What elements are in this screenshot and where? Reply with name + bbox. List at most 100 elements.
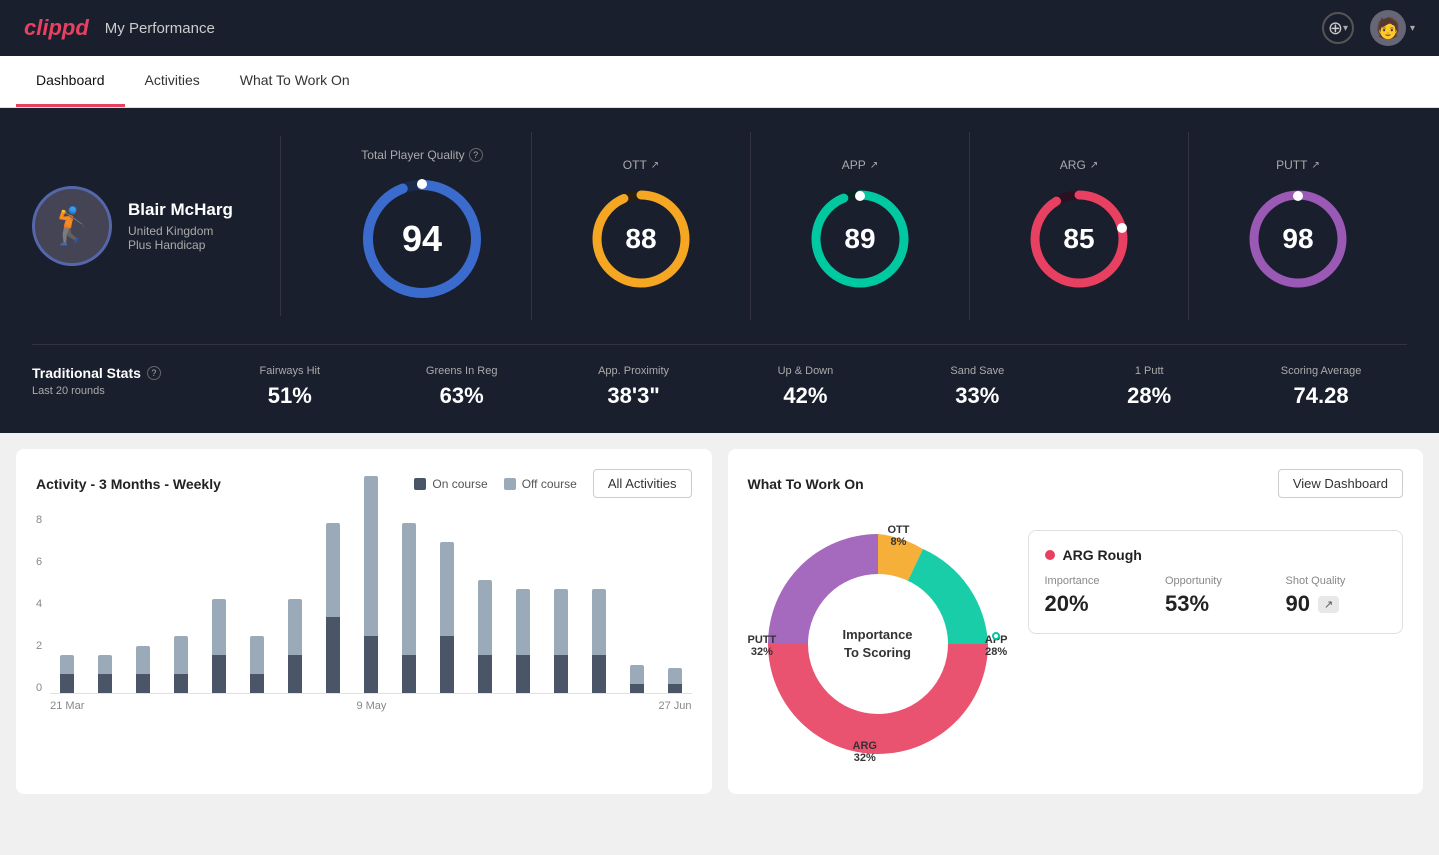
on-course-bar — [554, 655, 568, 693]
stat-app-proximity: App. Proximity 38'3" — [548, 365, 720, 409]
on-course-bar — [326, 617, 340, 693]
ott-segment-label: OTT8% — [888, 524, 910, 548]
stat-sand-label: Sand Save — [891, 365, 1063, 377]
user-menu[interactable]: 🧑 ▾ — [1370, 10, 1415, 46]
trad-subtitle: Last 20 rounds — [32, 385, 204, 397]
wtwo-header: What To Work On View Dashboard — [748, 469, 1404, 498]
score-app: APP ↗ 89 — [751, 132, 970, 320]
metric-opportunity: Opportunity 53% — [1165, 575, 1266, 617]
metric-shot-quality: Shot Quality 90 ↗ — [1286, 575, 1387, 617]
stat-greens-in-reg: Greens In Reg 63% — [376, 365, 548, 409]
bar-group-10 — [430, 542, 464, 693]
trad-title: Traditional Stats — [32, 365, 141, 381]
chart-title: Activity - 3 Months - Weekly — [36, 476, 221, 492]
off-course-bar — [516, 589, 530, 655]
off-course-bar — [60, 655, 74, 674]
off-course-bar — [212, 599, 226, 656]
chart-legend: On course Off course — [414, 477, 577, 491]
gauge-total: 94 — [357, 174, 487, 304]
page-title: My Performance — [105, 20, 215, 37]
off-course-bar — [288, 599, 302, 656]
logo[interactable]: clippd — [24, 15, 89, 41]
tab-what-to-work-on[interactable]: What To Work On — [220, 56, 370, 107]
off-course-bar — [554, 589, 568, 655]
stat-putt-value: 28% — [1063, 383, 1235, 409]
stat-updown-label: Up & Down — [720, 365, 892, 377]
chart-body: 8 6 4 2 0 21 Mar 9 May 27 Jun — [36, 514, 692, 712]
add-dropdown-arrow: ▾ — [1343, 23, 1348, 34]
tab-dashboard[interactable]: Dashboard — [16, 56, 125, 107]
ott-trend-icon: ↗ — [651, 160, 659, 171]
shot-quality-value: 90 — [1286, 591, 1310, 617]
stat-updown-value: 42% — [720, 383, 892, 409]
header-right: ⊕ ▾ 🧑 ▾ — [1322, 10, 1415, 46]
stat-fairways-label: Fairways Hit — [204, 365, 376, 377]
legend-off-course: Off course — [504, 477, 577, 491]
arg-segment-label: ARG32% — [853, 740, 877, 764]
bar-group-13 — [544, 589, 578, 693]
bar-group-14 — [582, 589, 616, 693]
stat-greens-value: 63% — [376, 383, 548, 409]
app-label: APP ↗ — [842, 158, 878, 172]
on-course-bar — [592, 655, 606, 693]
trad-help-icon[interactable]: ? — [147, 366, 161, 380]
off-course-color — [504, 478, 516, 490]
bar-group-4 — [202, 599, 236, 693]
traditional-stats-info: Traditional Stats ? Last 20 rounds — [32, 365, 204, 409]
arg-trend-icon: ↗ — [1090, 160, 1098, 171]
legend-on-course: On course — [414, 477, 487, 491]
stat-proximity-label: App. Proximity — [548, 365, 720, 377]
metric-importance: Importance 20% — [1045, 575, 1146, 617]
gauge-app: 89 — [805, 184, 915, 294]
on-course-bar — [98, 674, 112, 693]
gauge-arg: 85 — [1024, 184, 1134, 294]
player-section: 🏌️ Blair McHarg United Kingdom Plus Hand… — [32, 186, 248, 266]
arg-rough-dot — [1045, 550, 1055, 560]
player-avatar: 🏌️ — [32, 186, 112, 266]
on-course-bar — [212, 655, 226, 693]
putt-value: 98 — [1282, 223, 1313, 255]
stat-sand-save: Sand Save 33% — [891, 365, 1063, 409]
stat-scoring-label: Scoring Average — [1235, 365, 1407, 377]
ott-label: OTT ↗ — [623, 158, 659, 172]
total-label: Total Player Quality ? — [361, 148, 482, 162]
stat-1-putt: 1 Putt 28% — [1063, 365, 1235, 409]
stat-sand-value: 33% — [891, 383, 1063, 409]
x-label-may: 9 May — [356, 700, 386, 712]
importance-value: 20% — [1045, 591, 1146, 617]
app-value: 89 — [844, 223, 875, 255]
bar-group-15 — [620, 665, 654, 693]
arg-value: 85 — [1063, 223, 1094, 255]
stat-scoring-value: 74.28 — [1235, 383, 1407, 409]
bar-group-7 — [316, 523, 350, 693]
total-value: 94 — [402, 218, 442, 260]
tab-activities[interactable]: Activities — [125, 56, 220, 107]
bar-group-5 — [240, 636, 274, 693]
stat-fairways-value: 51% — [204, 383, 376, 409]
bar-group-16 — [658, 668, 692, 693]
dark-panel: 🏌️ Blair McHarg United Kingdom Plus Hand… — [0, 108, 1439, 433]
app-trend-icon: ↗ — [870, 160, 878, 171]
arg-rough-metrics: Importance 20% Opportunity 53% Shot Qual… — [1045, 575, 1387, 617]
opportunity-label: Opportunity — [1165, 575, 1266, 587]
tab-bar: Dashboard Activities What To Work On — [0, 56, 1439, 108]
importance-label: Importance — [1045, 575, 1146, 587]
scores-divider — [280, 136, 281, 316]
off-course-bar — [136, 646, 150, 674]
stat-proximity-value: 38'3" — [548, 383, 720, 409]
gauge-ott: 88 — [586, 184, 696, 294]
off-course-bar — [364, 476, 378, 637]
help-icon[interactable]: ? — [469, 148, 483, 162]
avatar[interactable]: 🧑 — [1370, 10, 1406, 46]
all-activities-button[interactable]: All Activities — [593, 469, 692, 498]
bar-group-0 — [50, 655, 84, 693]
traditional-stats-row: Traditional Stats ? Last 20 rounds Fairw… — [32, 344, 1407, 409]
on-course-bar — [440, 636, 454, 693]
bar-group-6 — [278, 599, 312, 693]
arg-rough-title: ARG Rough — [1063, 547, 1142, 563]
add-button[interactable]: ⊕ ▾ — [1322, 12, 1354, 44]
player-name: Blair McHarg — [128, 200, 248, 220]
view-dashboard-button[interactable]: View Dashboard — [1278, 469, 1403, 498]
shot-quality-label: Shot Quality — [1286, 575, 1387, 587]
chart-controls: On course Off course All Activities — [414, 469, 691, 498]
